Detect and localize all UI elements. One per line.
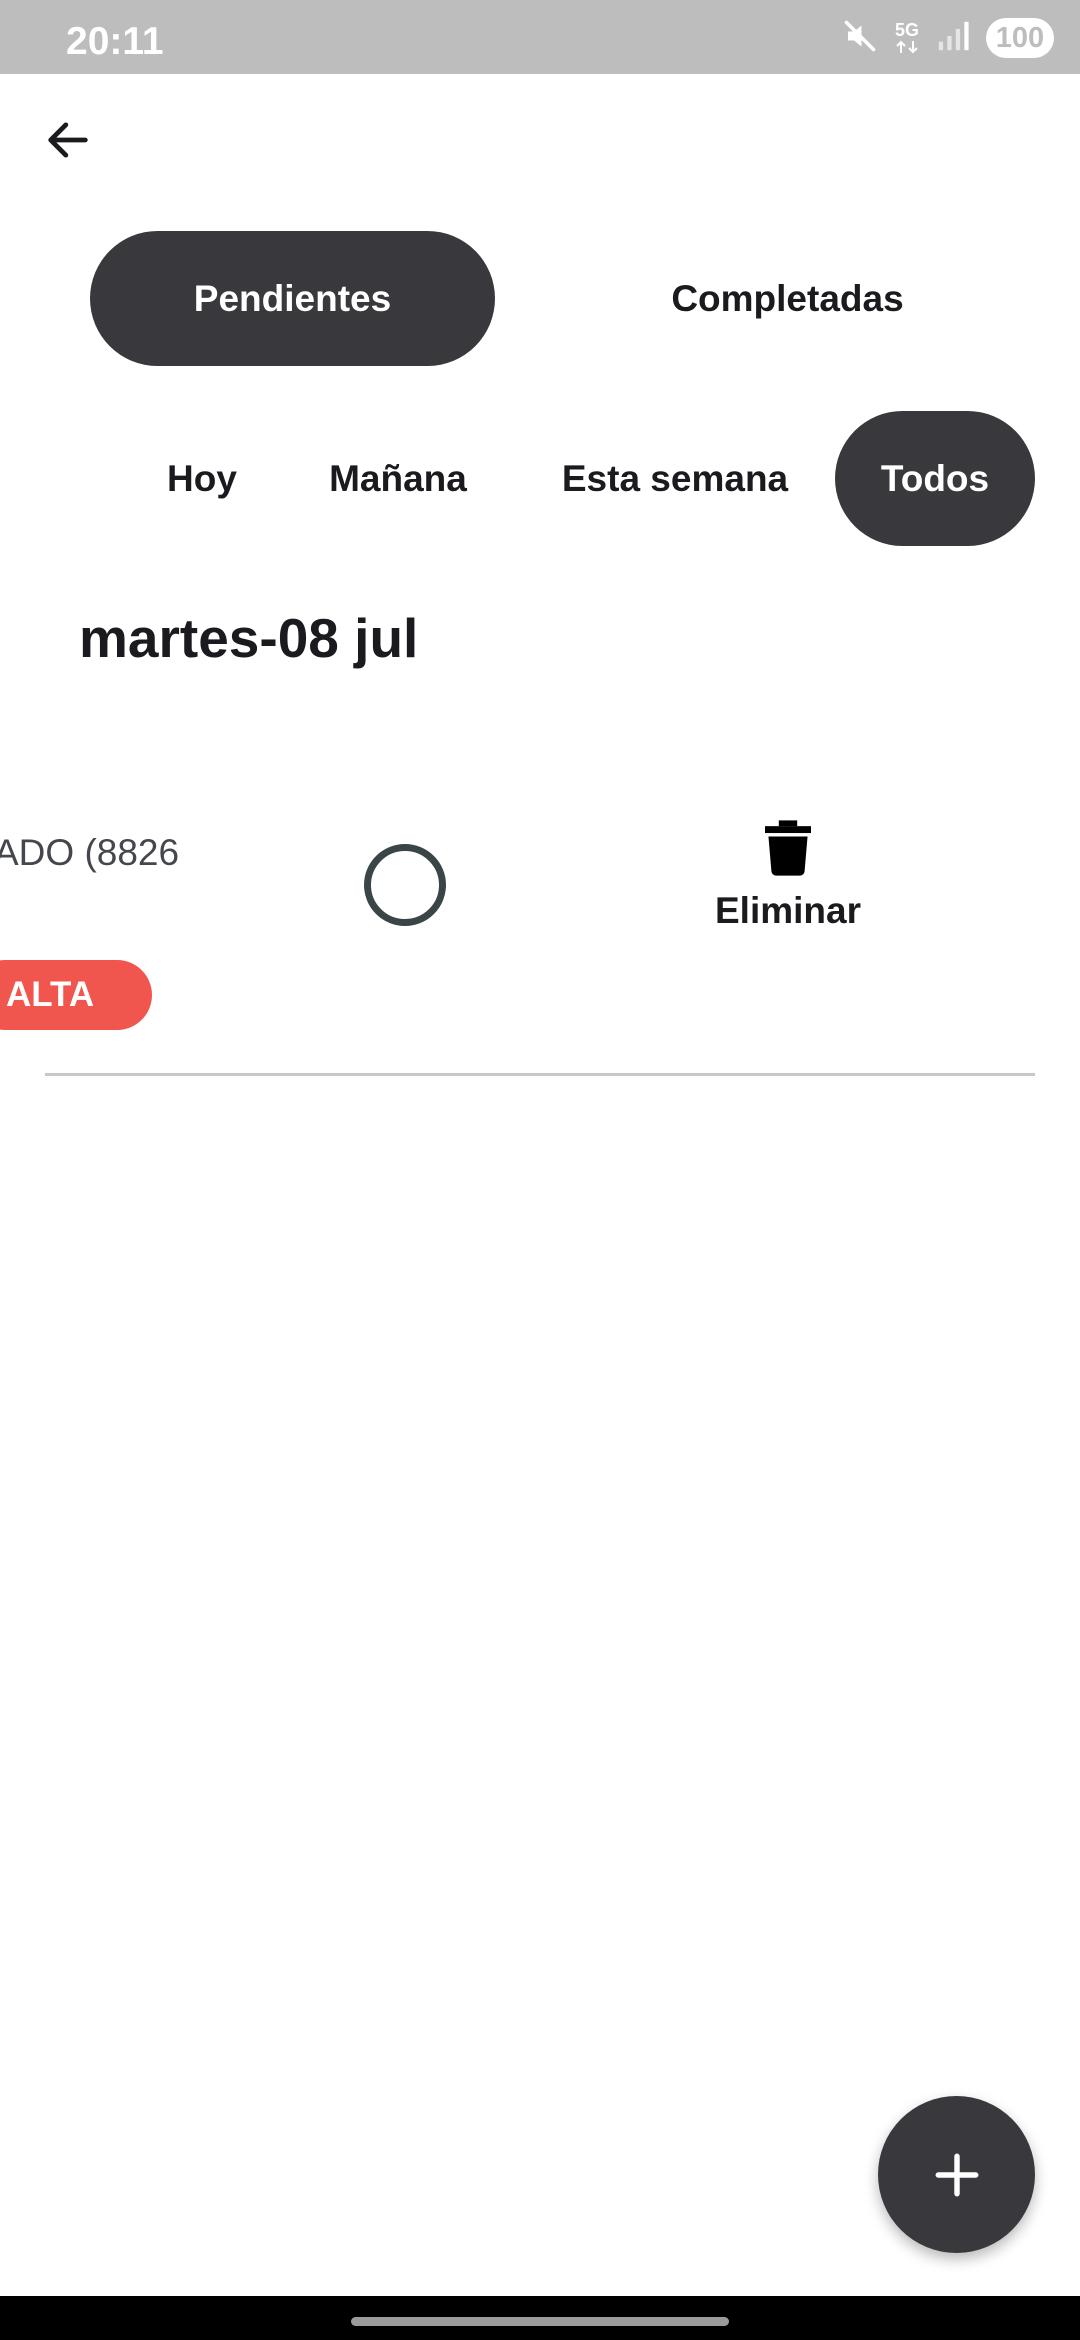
status-time: 20:11: [66, 20, 164, 63]
task-title: ADO (8826: [0, 832, 180, 873]
filter-manana[interactable]: Mañana: [300, 411, 496, 546]
filter-esta-semana[interactable]: Esta semana: [530, 411, 820, 546]
status-icons: 5G 100: [842, 16, 1054, 60]
tab-completadas[interactable]: Completadas: [585, 231, 990, 366]
divider: [45, 1073, 1035, 1076]
complete-toggle[interactable]: [364, 844, 446, 926]
back-button[interactable]: [32, 104, 104, 176]
delete-button[interactable]: Eliminar: [700, 820, 876, 970]
delete-label: Eliminar: [715, 890, 861, 931]
date-heading: martes-08 jul: [79, 607, 419, 669]
trash-icon: [765, 820, 811, 876]
plus-icon: [935, 2153, 978, 2196]
network-label: 5G: [894, 20, 919, 40]
filter-hoy[interactable]: Hoy: [130, 411, 274, 546]
filter-todos[interactable]: Todos: [835, 411, 1035, 546]
status-bar: 20:11 5G 100: [0, 0, 1080, 74]
arrow-left-icon: [48, 122, 88, 158]
priority-badge: ALTA: [0, 960, 152, 1030]
tab-pendientes[interactable]: Pendientes: [90, 231, 495, 366]
home-gesture-handle[interactable]: [351, 2317, 729, 2326]
task-item[interactable]: ADO (8826 ALTA Eliminar: [0, 780, 1080, 1076]
mute-icon: [842, 18, 878, 59]
network-5g-icon: 5G: [894, 21, 920, 55]
battery-icon: 100: [986, 18, 1054, 58]
add-task-button[interactable]: [878, 2096, 1035, 2253]
signal-icon: [936, 19, 970, 58]
